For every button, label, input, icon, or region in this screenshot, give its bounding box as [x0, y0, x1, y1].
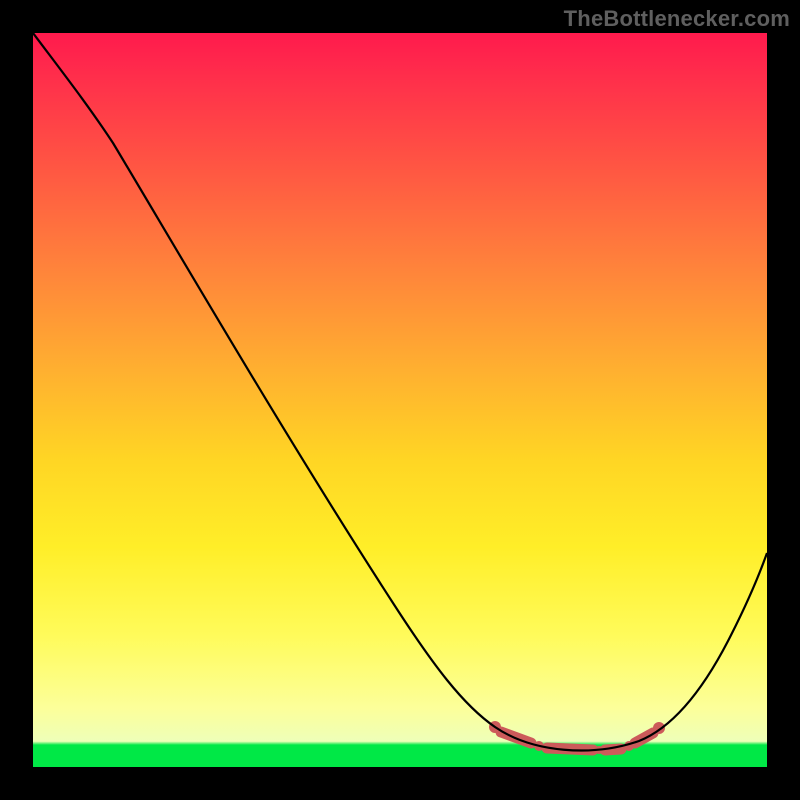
- plot-area: [33, 33, 767, 767]
- curve-path: [33, 33, 767, 750]
- watermark-text: TheBottlenecker.com: [564, 6, 790, 32]
- chart-frame: TheBottlenecker.com: [0, 0, 800, 800]
- bottleneck-curve: [33, 33, 767, 767]
